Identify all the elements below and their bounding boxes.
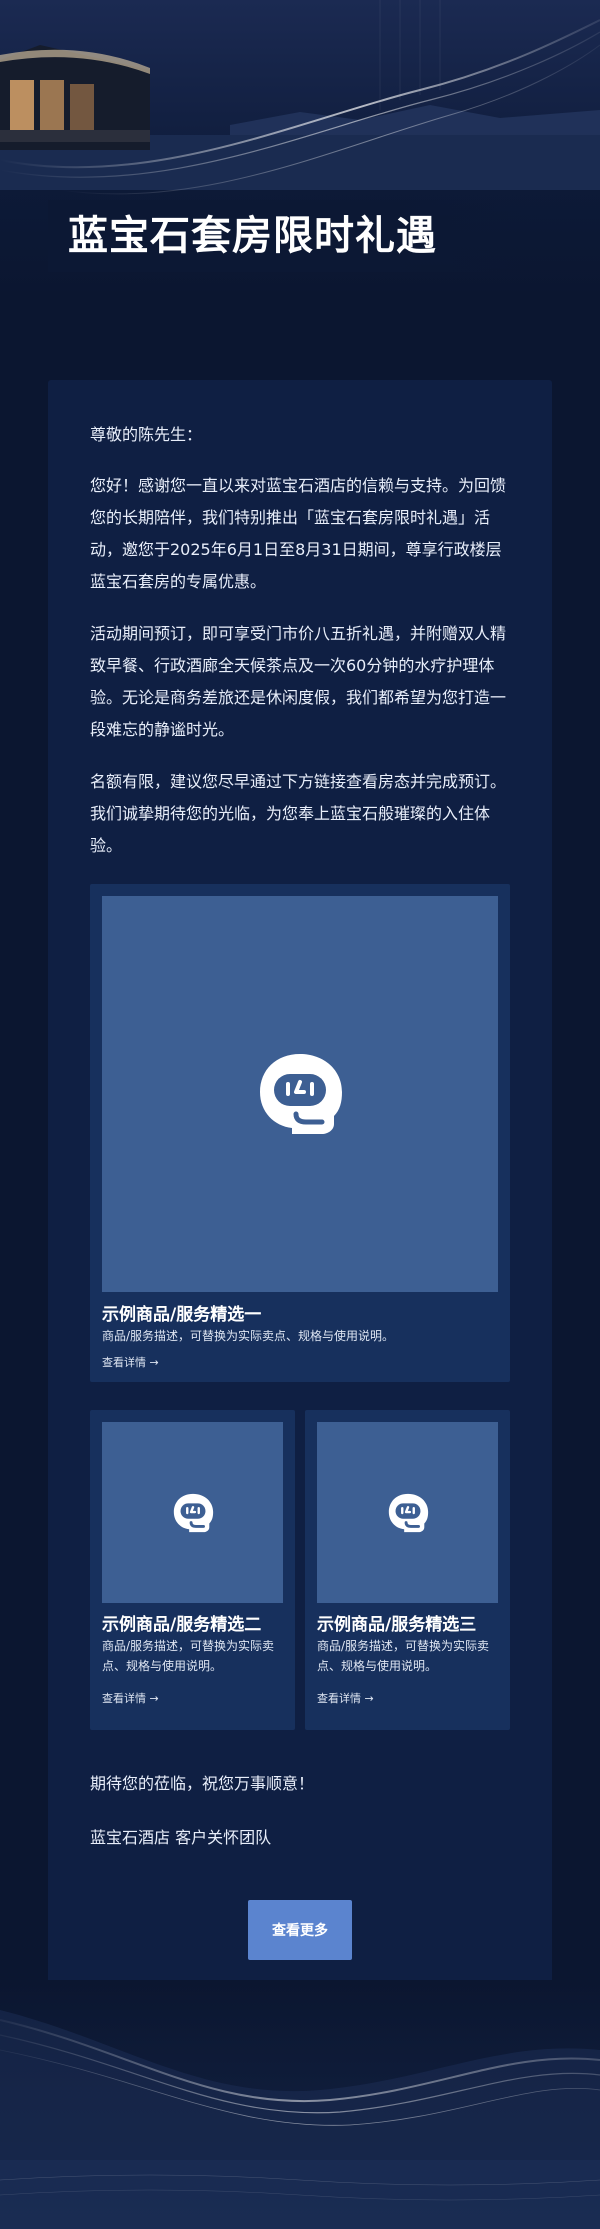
product-description: 商品/服务描述，可替换为实际卖点、规格与使用说明。 (102, 1639, 275, 1673)
product-image-placeholder (317, 1422, 498, 1603)
product-image-placeholder (102, 1422, 283, 1603)
product-title: 示例商品/服务精选三 (317, 1615, 477, 1635)
page-title: 蓝宝石套房限时礼遇 (68, 213, 437, 259)
product-title: 示例商品/服务精选一 (102, 1305, 262, 1325)
product-card-3[interactable]: 示例商品/服务精选三 商品/服务描述，可替换为实际卖点、规格与使用说明。 查看详… (305, 1410, 510, 1730)
hero-banner: 蓝宝石套房限时礼遇 (0, 0, 600, 300)
view-more-button[interactable]: 查看更多 (248, 1900, 352, 1960)
paragraph-booking: 名额有限，建议您尽早通过下方链接查看房态并完成预订。我们诚挚期待您的光临，为您奉… (90, 772, 507, 855)
signature: 蓝宝石酒店 客户关怀团队 (90, 1828, 272, 1847)
product-description: 商品/服务描述，可替换为实际卖点、规格与使用说明。 (317, 1639, 490, 1673)
product-card-1[interactable]: 示例商品/服务精选一 商品/服务描述，可替换为实际卖点、规格与使用说明。 查看详… (90, 884, 510, 1382)
paragraph-intro: 您好！感谢您一直以来对蓝宝石酒店的信赖与支持。为回馈您的长期陪伴，我们特别推出「… (90, 476, 507, 591)
product-image-placeholder (102, 896, 498, 1292)
footer-decoration (0, 1980, 600, 2229)
product-description: 商品/服务描述，可替换为实际卖点、规格与使用说明。 (102, 1329, 395, 1343)
letter-card: 尊敬的陈先生： 您好！感谢您一直以来对蓝宝石酒店的信赖与支持。为回馈您的长期陪伴… (48, 380, 552, 2002)
product-detail-link[interactable]: 查看详情 → (102, 1354, 159, 1370)
robot-face-icon (388, 1493, 429, 1533)
product-detail-link[interactable]: 查看详情 → (317, 1690, 374, 1706)
wave-illustration (0, 1980, 600, 2229)
robot-face-icon (260, 1054, 342, 1134)
product-card-2[interactable]: 示例商品/服务精选二 商品/服务描述，可替换为实际卖点、规格与使用说明。 查看详… (90, 1410, 295, 1730)
closing-line: 期待您的莅临，祝您万事顺意！ (90, 1774, 315, 1793)
paragraph-benefits: 活动期间预订，即可享受门市价八五折礼遇，并附赠双人精致早餐、行政酒廊全天候茶点及… (90, 624, 507, 739)
product-detail-link[interactable]: 查看详情 → (102, 1690, 159, 1706)
robot-face-icon (173, 1493, 214, 1533)
greeting: 尊敬的陈先生： (90, 425, 203, 444)
product-title: 示例商品/服务精选二 (102, 1615, 262, 1635)
